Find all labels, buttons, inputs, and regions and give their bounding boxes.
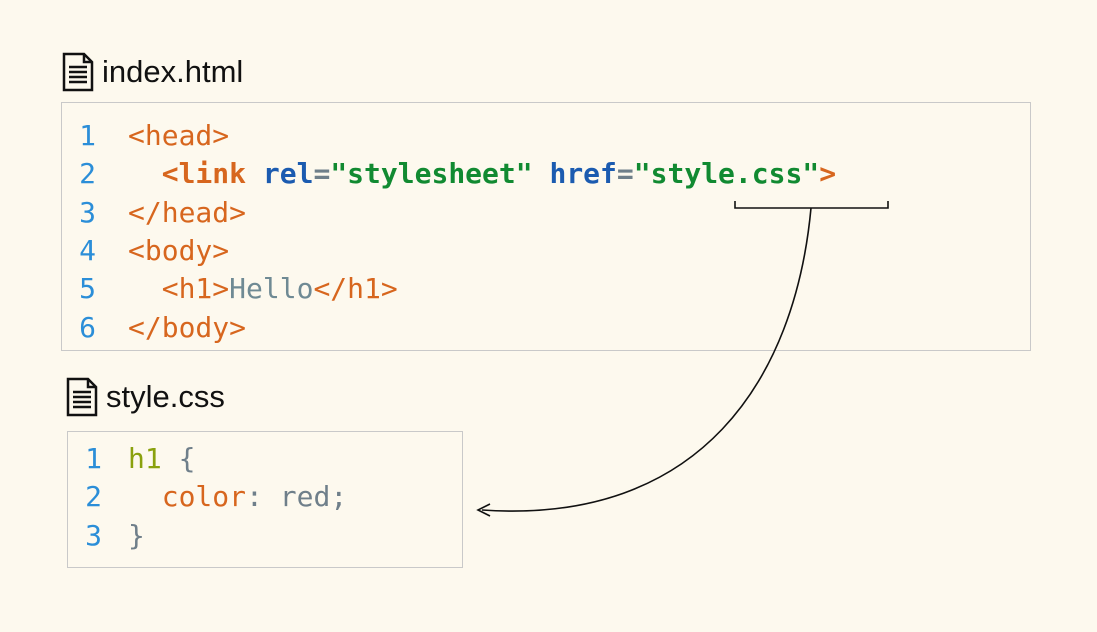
code-token: > [819,157,837,191]
code-token: <link [161,157,247,191]
code-token: rel [262,157,314,191]
file-name-style: style.css [106,379,225,414]
code-line: 4 <body> [62,232,229,270]
code-line: 2 <link rel="stylesheet" href="style.css… [62,155,836,193]
code-token: <head> [128,119,230,152]
line-number: 2 [85,480,102,514]
code-token: { [161,442,196,475]
code-token: = [313,157,331,191]
code-line: 5 <h1>Hello</h1> [62,270,398,308]
code-line: 1 h1 { [68,440,195,478]
code-panel-style: 1 h1 {2 color: red; 3} [67,431,463,568]
code-token: } [128,518,145,552]
line-number: 3 [85,518,102,552]
file-header-style: style.css [66,375,225,419]
code-token: <body> [128,233,230,267]
code-token: = [616,157,634,191]
code-token: h1 [128,442,162,475]
line-number: 5 [79,272,96,306]
code-token: color [161,480,247,514]
code-token: "style.css" [633,157,820,191]
arrowhead [476,503,491,517]
code-line: 3 </head> [62,194,246,232]
line-number: 1 [85,442,102,475]
code-line: 3} [68,517,145,555]
line-number: 1 [79,119,96,152]
line-number: 3 [79,195,96,229]
code-line: 6 </body> [62,309,246,347]
code-token: ; [330,480,348,514]
line-number: 4 [79,233,96,267]
document-icon [66,377,98,417]
file-name-index: index.html [102,54,244,89]
code-line: 2 color: red; [68,478,347,516]
code-token: : [246,480,280,514]
code-token: <h1> [161,272,230,306]
code-token: href [549,157,617,191]
code-token: "stylesheet" [330,157,533,191]
file-header-index: index.html [62,50,243,94]
code-token: red [279,480,331,514]
code-token: </body> [128,310,247,344]
code-panel-index: 1 <head> 2 <link rel="stylesheet" href="st… [61,102,1031,351]
code-token: </h1> [313,272,398,306]
line-number: 6 [79,310,96,344]
code-line: 1 <head> [62,117,229,155]
line-number: 2 [79,157,96,191]
code-token: Hello [229,272,314,306]
code-token: </head> [128,195,247,229]
document-icon [62,52,94,92]
